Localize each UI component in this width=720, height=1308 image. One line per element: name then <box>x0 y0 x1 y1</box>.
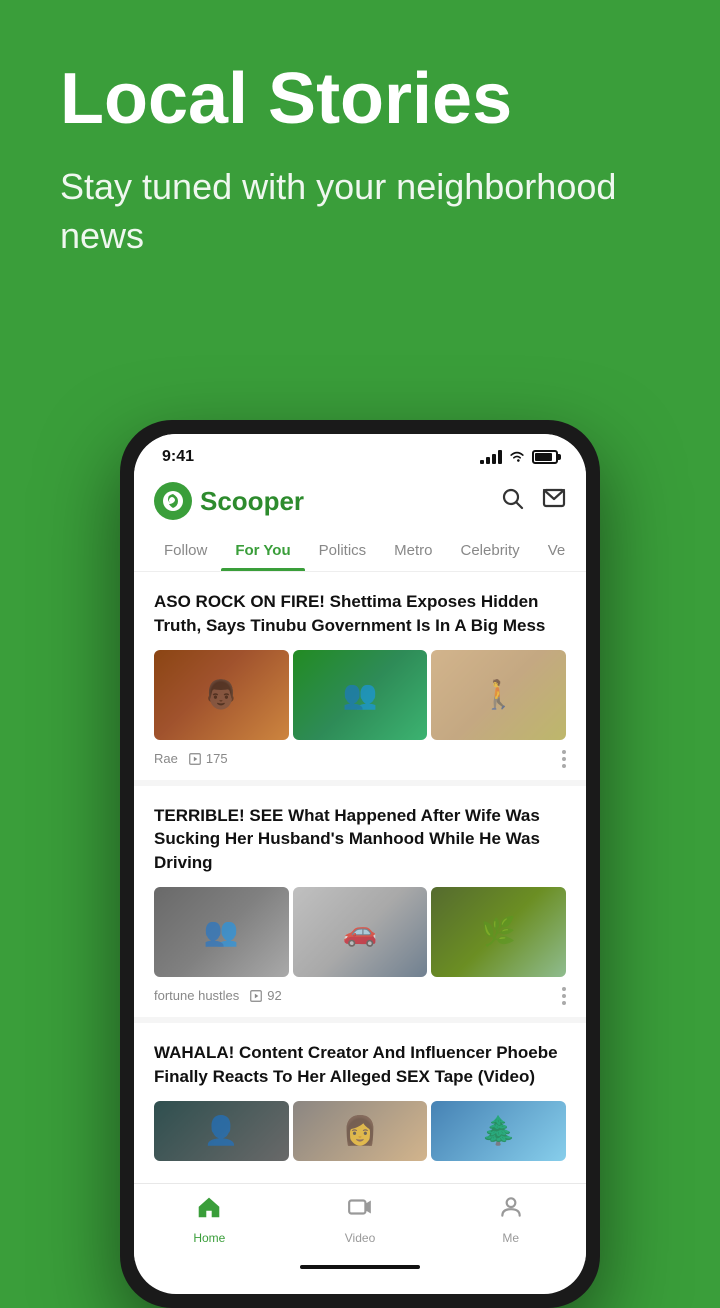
search-icon[interactable] <box>500 486 524 516</box>
article-3-image-2: 👩 <box>293 1101 428 1161</box>
nav-tabs: Follow For You Politics Metro Celebrity <box>134 530 586 572</box>
article-1-author: Rae <box>154 751 178 766</box>
me-label: Me <box>502 1231 519 1245</box>
article-1-images: 👨🏿 👥 🚶 <box>154 650 566 740</box>
tab-for-you[interactable]: For You <box>221 530 304 571</box>
tab-politics[interactable]: Politics <box>305 530 381 571</box>
wifi-icon <box>508 449 526 466</box>
video-label: Video <box>345 1231 375 1245</box>
article-2-author: fortune hustles <box>154 988 239 1003</box>
article-3-images: 👤 👩 🌲 <box>154 1101 566 1161</box>
bottom-nav-home[interactable]: Home <box>134 1194 285 1245</box>
article-2-image-3: 🌿 <box>431 887 566 977</box>
article-1-title[interactable]: ASO ROCK ON FIRE! Shettima Exposes Hidde… <box>154 590 566 638</box>
article-1-meta: Rae 175 <box>154 750 566 768</box>
article-3-title[interactable]: WAHALA! Content Creator And Influencer P… <box>154 1041 566 1089</box>
video-icon <box>347 1194 373 1227</box>
tab-ve[interactable]: Ve <box>534 530 580 571</box>
mail-icon[interactable] <box>542 486 566 516</box>
article-2-views: 92 <box>249 988 281 1003</box>
bottom-nav-video[interactable]: Video <box>285 1194 436 1245</box>
home-icon <box>196 1194 222 1227</box>
hero-subtitle: Stay tuned with your neighborhood news <box>60 163 660 260</box>
me-icon <box>498 1194 524 1227</box>
article-3-image-1: 👤 <box>154 1101 289 1161</box>
bottom-nav-me[interactable]: Me <box>435 1194 586 1245</box>
home-indicator <box>300 1265 420 1269</box>
article-3: WAHALA! Content Creator And Influencer P… <box>134 1023 586 1183</box>
article-2-images: 👥 🚗 🌿 <box>154 887 566 977</box>
header-actions <box>500 486 566 516</box>
phone-frame: 9:41 <box>120 420 600 1308</box>
app-header: Scooper <box>134 472 586 530</box>
article-1-image-3: 🚶 <box>431 650 566 740</box>
logo-text: Scooper <box>200 486 304 517</box>
logo-icon <box>154 482 192 520</box>
article-1-image-1: 👨🏿 <box>154 650 289 740</box>
status-time: 9:41 <box>162 448 194 466</box>
article-2: TERRIBLE! SEE What Happened After Wife W… <box>134 786 586 1023</box>
bottom-navigation: Home Video <box>134 1183 586 1261</box>
article-1-image-2: 👥 <box>293 650 428 740</box>
phone-screen: 9:41 <box>134 434 586 1294</box>
signal-icon <box>480 450 502 464</box>
tab-follow[interactable]: Follow <box>150 530 221 571</box>
hero-title: Local Stories <box>60 60 660 139</box>
article-2-more[interactable] <box>562 987 566 1005</box>
status-icons <box>480 449 558 466</box>
status-bar: 9:41 <box>134 434 586 472</box>
home-label: Home <box>193 1231 225 1245</box>
article-2-image-2: 🚗 <box>293 887 428 977</box>
battery-icon <box>532 450 558 464</box>
article-1-views: 175 <box>188 751 228 766</box>
article-2-image-1: 👥 <box>154 887 289 977</box>
tab-celebrity[interactable]: Celebrity <box>447 530 534 571</box>
article-2-meta: fortune hustles 92 <box>154 987 566 1005</box>
news-feed: ASO ROCK ON FIRE! Shettima Exposes Hidde… <box>134 572 586 1183</box>
article-3-image-3: 🌲 <box>431 1101 566 1161</box>
tab-metro[interactable]: Metro <box>380 530 446 571</box>
article-1: ASO ROCK ON FIRE! Shettima Exposes Hidde… <box>134 572 586 786</box>
article-2-title[interactable]: TERRIBLE! SEE What Happened After Wife W… <box>154 804 566 875</box>
app-logo: Scooper <box>154 482 304 520</box>
article-2-meta-left: fortune hustles 92 <box>154 988 282 1003</box>
article-1-meta-left: Rae 175 <box>154 751 228 766</box>
article-1-more[interactable] <box>562 750 566 768</box>
